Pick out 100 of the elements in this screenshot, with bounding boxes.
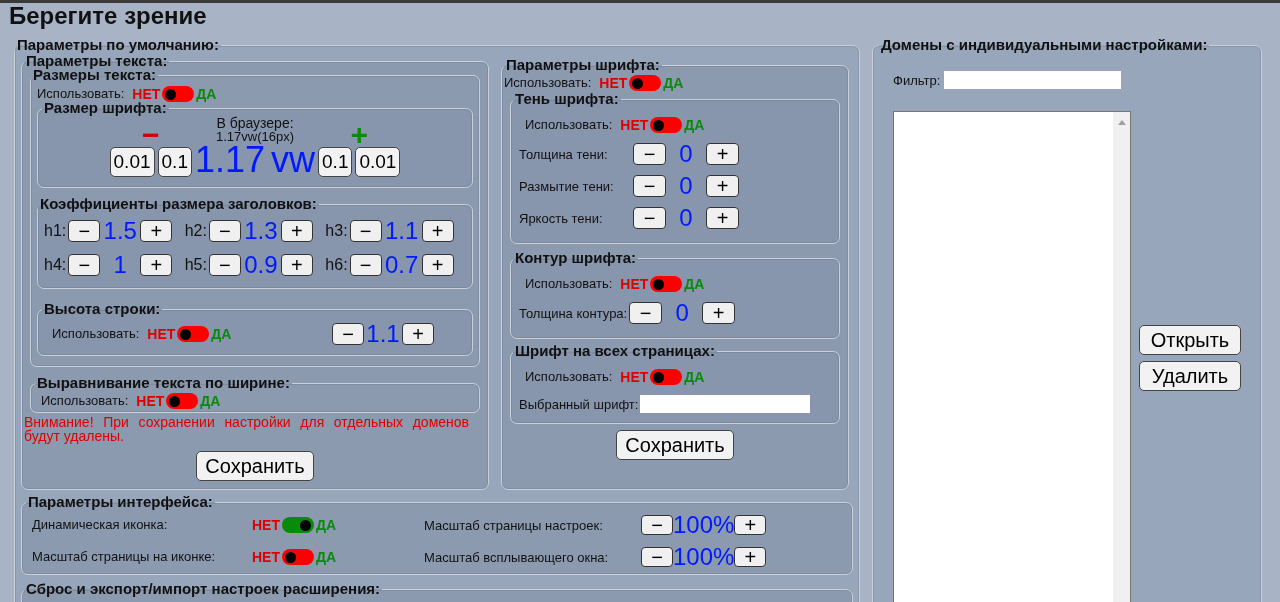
plus-button[interactable]: + [421, 254, 454, 276]
plus-button[interactable]: + [280, 254, 313, 276]
plus-button[interactable]: + [402, 323, 434, 345]
value-text: 100% [673, 514, 735, 536]
step-button[interactable]: 0.1 [318, 147, 353, 177]
minus-button[interactable]: − [68, 220, 101, 242]
plus-button[interactable]: + [702, 302, 736, 324]
step-button[interactable]: 0.01 [109, 147, 155, 177]
toggle-switch[interactable] [650, 276, 683, 292]
minus-button[interactable]: − [332, 323, 364, 345]
domain-action-button[interactable]: Открыть [1139, 325, 1241, 355]
domain-action-button[interactable]: Удалить [1139, 361, 1241, 391]
plus-button[interactable]: + [734, 547, 767, 567]
minus-button[interactable]: − [629, 302, 663, 324]
on-label: ДА [663, 75, 684, 91]
plus-button[interactable]: + [734, 515, 767, 535]
plus-button[interactable]: + [706, 143, 739, 165]
minus-button[interactable]: − [208, 254, 241, 276]
field-label: Использовать: [525, 276, 613, 292]
toggle-switch[interactable] [650, 117, 683, 133]
font-input-field[interactable] [640, 395, 811, 413]
field-label: h3: [325, 222, 348, 240]
field-label: Использовать: [52, 326, 140, 342]
off-label: НЕТ [599, 75, 628, 91]
off-label: НЕТ [620, 276, 649, 292]
minus-button[interactable]: − [641, 515, 673, 535]
size-value: 1.17 [194, 143, 266, 177]
toggle-switch[interactable] [166, 393, 199, 409]
field-label: Выбранный шрифт: [519, 396, 639, 412]
minus-button[interactable]: − [633, 143, 666, 165]
plus-button[interactable]: + [280, 220, 313, 242]
plus-sign: + [350, 123, 368, 147]
minus-button[interactable]: − [68, 254, 101, 276]
section-title: Контур шрифта: [514, 250, 638, 266]
off-label: НЕТ [620, 117, 649, 133]
field-label: Использовать: [504, 75, 592, 91]
plus-button[interactable]: + [421, 220, 454, 242]
field-label: h1: [44, 222, 67, 240]
minus-button[interactable]: − [633, 175, 666, 197]
scrollbar[interactable] [1113, 112, 1130, 602]
save-button[interactable]: Сохранить [616, 430, 734, 460]
toggle-switch[interactable] [282, 517, 314, 533]
filter-input-field[interactable] [944, 71, 1122, 89]
minus-button[interactable]: − [641, 547, 673, 567]
value-text: 100% [673, 546, 735, 568]
on-label: ДА [196, 86, 217, 102]
value-text: 0 [674, 302, 690, 324]
off-label: НЕТ [136, 393, 165, 409]
section-title: Выравнивание текста по ширине: [36, 375, 291, 391]
plus-button[interactable]: + [706, 175, 739, 197]
section-title: Параметры текста: [26, 53, 168, 69]
minus-button[interactable]: − [633, 207, 666, 229]
section-title: Параметры по умолчанию: [16, 37, 220, 53]
warning-text: Внимание! При сохранении настройки для отдельных доменов будут удалены. [24, 415, 469, 443]
toggle-switch[interactable] [629, 75, 662, 91]
off-label: НЕТ [620, 369, 649, 385]
off-label: НЕТ [252, 549, 280, 565]
toggle-switch[interactable] [177, 326, 210, 342]
minus-button[interactable]: − [349, 254, 382, 276]
unit-text: vw [271, 143, 316, 177]
minus-sign: − [142, 123, 160, 147]
section-title: Коэффициенты размера заголовков: [39, 196, 318, 212]
plus-button[interactable]: + [706, 207, 739, 229]
on-label: ДА [684, 276, 705, 292]
minus-button[interactable]: − [208, 220, 241, 242]
section-title: Высота строки: [43, 301, 162, 317]
section-title: Сброс и экспорт/импорт настроек расширения: [25, 581, 382, 597]
field-label: Использовать: [37, 86, 125, 102]
value-text: 1.5 [102, 220, 138, 242]
field-label: Яркость тени: [519, 210, 604, 226]
value-text: 0 [678, 175, 694, 197]
field-label: Использовать: [525, 369, 613, 385]
field-label: h5: [184, 256, 207, 274]
step-button[interactable]: 0.01 [355, 147, 401, 177]
value-text: 1.3 [243, 220, 279, 242]
section-title: Тень шрифта: [514, 91, 620, 107]
browser-value: 1.17vw(16px) [215, 130, 294, 143]
minus-button[interactable]: − [349, 220, 382, 242]
page-title: Берегите зрение [9, 3, 207, 29]
off-label: НЕТ [252, 517, 280, 533]
on-label: ДА [684, 117, 705, 133]
toggle-switch[interactable] [650, 369, 683, 385]
plus-button[interactable]: + [140, 254, 173, 276]
value-text: 0.9 [243, 254, 279, 276]
toggle-switch[interactable] [282, 549, 314, 565]
section-title: Шрифт на всех страницах: [514, 343, 716, 359]
field-label: Масштаб страницы на иконке: [32, 549, 217, 565]
step-button[interactable]: 0.1 [157, 147, 192, 177]
toggle-switch[interactable] [162, 86, 195, 102]
plus-button[interactable]: + [140, 220, 173, 242]
field-label: h4: [44, 256, 67, 274]
off-label: НЕТ [132, 86, 161, 102]
on-label: ДА [211, 326, 232, 342]
save-button[interactable]: Сохранить [196, 451, 314, 481]
field-label: Размытие тени: [519, 178, 615, 194]
field-label: Масштаб страницы настроек: [424, 517, 604, 533]
field-label: Использовать: [41, 393, 129, 409]
section-title: Размер шрифта: [43, 100, 168, 116]
field-label: Использовать: [525, 117, 613, 133]
field-label: h6: [325, 256, 348, 274]
